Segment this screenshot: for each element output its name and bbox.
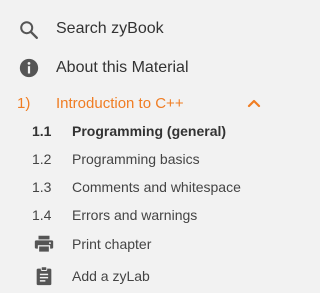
section-item-1-3[interactable]: 1.3 Comments and whitespace bbox=[0, 176, 270, 198]
clipboard-icon bbox=[36, 266, 52, 286]
section-title: Programming (general) bbox=[72, 123, 227, 139]
info-icon bbox=[19, 58, 39, 78]
search-icon bbox=[20, 21, 38, 39]
section-item-1-1[interactable]: 1.1 Programming (general) bbox=[0, 120, 270, 142]
chapter-number: 1) bbox=[17, 94, 31, 112]
chapter-title: Introduction to C++ bbox=[56, 94, 184, 112]
section-number: 1.3 bbox=[32, 179, 52, 195]
print-chapter-label: Print chapter bbox=[72, 236, 152, 252]
section-item-1-2[interactable]: 1.2 Programming basics bbox=[0, 148, 270, 170]
add-zylab-label: Add a zyLab bbox=[72, 268, 150, 284]
section-title: Comments and whitespace bbox=[72, 179, 241, 195]
about-material-label: About this Material bbox=[56, 59, 189, 76]
chevron-up-icon[interactable] bbox=[246, 95, 262, 111]
section-title: Programming basics bbox=[72, 151, 200, 167]
search-zybook-label: Search zyBook bbox=[56, 20, 164, 37]
about-material-item[interactable]: About this Material bbox=[0, 53, 270, 83]
chapter-1-item[interactable]: 1) Introduction to C++ bbox=[0, 91, 270, 115]
print-chapter-item[interactable]: Print chapter bbox=[0, 231, 270, 257]
add-zylab-item[interactable]: Add a zyLab bbox=[0, 263, 270, 289]
section-title: Errors and warnings bbox=[72, 207, 198, 223]
section-number: 1.1 bbox=[32, 123, 52, 139]
section-number: 1.4 bbox=[32, 207, 52, 223]
search-zybook-item[interactable]: Search zyBook bbox=[0, 14, 270, 44]
section-item-1-4[interactable]: 1.4 Errors and warnings bbox=[0, 204, 270, 226]
section-number: 1.2 bbox=[32, 151, 52, 167]
printer-icon bbox=[34, 235, 54, 253]
